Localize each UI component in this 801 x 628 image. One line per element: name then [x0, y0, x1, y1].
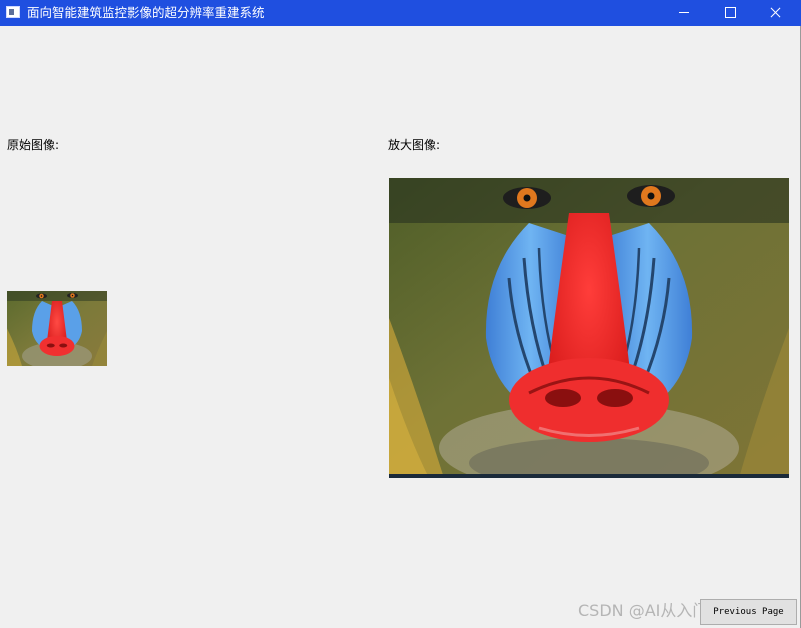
previous-page-button[interactable]: Previous Page: [700, 599, 797, 625]
close-icon[interactable]: [753, 0, 799, 26]
window-title: 面向智能建筑监控影像的超分辨率重建系统: [27, 5, 265, 20]
maximize-icon[interactable]: [707, 0, 753, 26]
minimize-icon[interactable]: [661, 0, 707, 26]
app-icon: [6, 6, 20, 18]
original-image-label: 原始图像:: [7, 138, 60, 152]
original-image: [7, 291, 107, 366]
enlarged-image-label: 放大图像:: [388, 138, 441, 152]
title-bar[interactable]: 面向智能建筑监控影像的超分辨率重建系统: [0, 0, 801, 26]
enlarged-image: [389, 178, 789, 478]
app-window: 面向智能建筑监控影像的超分辨率重建系统 原始图像: 放大图像: CSDN @AI…: [0, 0, 801, 628]
